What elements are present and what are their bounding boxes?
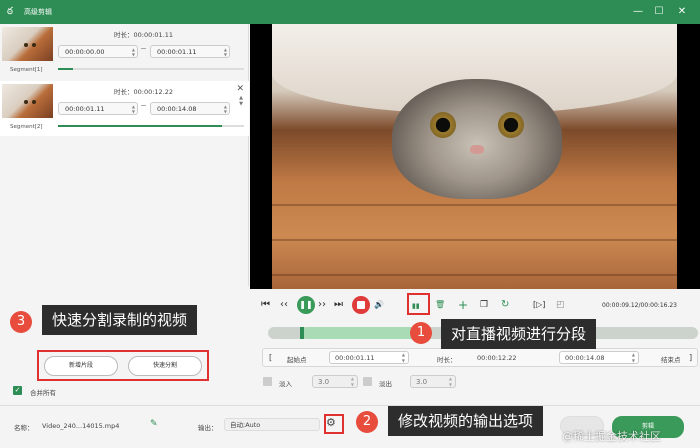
bracket-close-icon[interactable]: ] — [689, 353, 692, 362]
segment-progress — [58, 125, 244, 127]
segment-item-2[interactable]: Segment[2] 时长：00:00:12.22 00:00:01.11 ▲ ▼ … — [0, 81, 249, 136]
segment-duration: 时长：00:00:01.11 — [114, 31, 174, 39]
remove-segment-icon[interactable]: ✕ — [236, 84, 244, 94]
segment-item-1[interactable]: Segment[1] 时长：00:00:01.11 00:00:00.00 ▲ ▼ … — [0, 24, 249, 79]
callout-1-text: 对直播视频进行分段 — [441, 319, 597, 349]
snapshot-icon[interactable]: ◰ — [556, 300, 565, 310]
range-start-handle[interactable] — [300, 327, 304, 339]
maximize-button[interactable]: ☐ — [651, 4, 667, 20]
segment-thumbnail — [2, 27, 53, 61]
segment-thumbnail — [2, 84, 53, 118]
stop-icon — [357, 301, 365, 309]
add-icon[interactable]: + — [458, 299, 468, 311]
duration-label: 时长： — [437, 356, 457, 364]
video-preview[interactable] — [250, 24, 700, 289]
spinner-icon[interactable]: ▲ ▼ — [132, 104, 135, 114]
cat-shape — [392, 79, 562, 199]
skip-end-icon[interactable]: ⏭ — [334, 300, 343, 310]
callout-2-text: 修改视频的输出选项 — [388, 406, 544, 436]
name-label: 名称： — [14, 424, 34, 432]
spinner-icon[interactable]: ▲ ▼ — [132, 47, 135, 57]
minimize-button[interactable]: — — [630, 4, 646, 20]
highlight-split — [407, 293, 430, 315]
segment-progress — [58, 68, 244, 70]
segment-duration: 时长：00:00:12.22 — [114, 88, 174, 96]
next-frame-icon[interactable]: ›› — [318, 300, 326, 310]
segment-start-field[interactable]: 00:00:01.11 ▲ ▼ — [58, 102, 138, 115]
end-point-button[interactable]: 结束点 — [661, 354, 681, 364]
fade-out-checkbox[interactable] — [363, 377, 372, 386]
video-frame — [272, 24, 677, 289]
close-button[interactable]: ✕ — [674, 4, 690, 20]
range-editor: [ 起始点 00:00:01.11 ▲ ▼ 时长： 00:00:12.22 00:0… — [262, 348, 698, 367]
edit-name-icon[interactable]: ✎ — [150, 419, 158, 429]
callout-3-number: 3 — [10, 311, 32, 333]
title-bar: ఠ 高级剪辑 — ☐ ✕ — [0, 0, 700, 24]
file-name: Video_240...14015.mp4 — [42, 422, 120, 430]
callout-3-text: 快速分割录制的视频 — [42, 305, 198, 335]
window-title: 高级剪辑 — [24, 8, 52, 16]
delete-icon[interactable]: 🗑 — [435, 300, 445, 310]
fade-in-input[interactable]: 3.0 ▲ ▼ — [312, 375, 358, 388]
duration-value: 00:00:12.22 — [477, 354, 517, 362]
segment-name: Segment[2] — [10, 124, 43, 130]
merge-all-label: 合并所有 — [30, 389, 56, 397]
copy-icon[interactable]: ❐ — [480, 300, 488, 310]
spinner-icon[interactable]: ▲ ▼ — [224, 104, 227, 114]
merge-all-checkbox[interactable]: ✓ — [13, 386, 22, 395]
output-label: 输出： — [198, 424, 218, 432]
stop-button[interactable] — [352, 296, 370, 314]
highlight-quick-split — [37, 350, 209, 381]
fade-in-checkbox[interactable] — [263, 377, 272, 386]
start-time-input[interactable]: 00:00:01.11 ▲ ▼ — [329, 351, 409, 364]
skip-start-icon[interactable]: ⏮ — [261, 300, 270, 310]
app-logo-icon: ఠ — [7, 6, 13, 17]
segment-end-field[interactable]: 00:00:14.08 ▲ ▼ — [150, 102, 230, 115]
highlight-output-settings — [324, 414, 344, 434]
bracket-in-icon[interactable]: [▷] — [533, 300, 545, 310]
end-time-input[interactable]: 00:00:14.08 ▲ ▼ — [559, 351, 639, 364]
timecode-readout: 00:00:09.12/00:00:16.23 — [602, 302, 677, 309]
fade-out-label: 淡出 — [379, 380, 392, 388]
segment-start-field[interactable]: 00:00:00.00 ▲ ▼ — [58, 45, 138, 58]
spinner-icon[interactable]: ▲ ▼ — [224, 47, 227, 57]
segment-end-field[interactable]: 00:00:01.11 ▲ ▼ — [150, 45, 230, 58]
fade-out-input[interactable]: 3.0 ▲ ▼ — [410, 375, 456, 388]
volume-icon[interactable]: 🔊 — [374, 300, 384, 310]
bracket-open-icon[interactable]: [ — [269, 353, 272, 362]
reorder-arrows-icon[interactable]: ▲ ▼ — [239, 95, 243, 107]
segment-name: Segment[1] — [10, 67, 43, 73]
callout-1-number: 1 — [410, 322, 432, 344]
fade-in-label: 淡入 — [279, 380, 292, 388]
play-pause-button[interactable]: ❚❚ — [297, 296, 315, 314]
output-select[interactable]: 自动;Auto — [224, 418, 320, 431]
prev-frame-icon[interactable]: ‹‹ — [280, 300, 288, 310]
start-point-button[interactable]: 起始点 — [287, 354, 307, 364]
segment-list: Segment[1] 时长：00:00:01.11 00:00:00.00 ▲ ▼ … — [0, 24, 249, 286]
callout-2-number: 2 — [356, 411, 378, 433]
rotate-icon[interactable]: ↻ — [501, 300, 509, 310]
watermark: @稀土掘金技术社区 — [562, 430, 661, 443]
